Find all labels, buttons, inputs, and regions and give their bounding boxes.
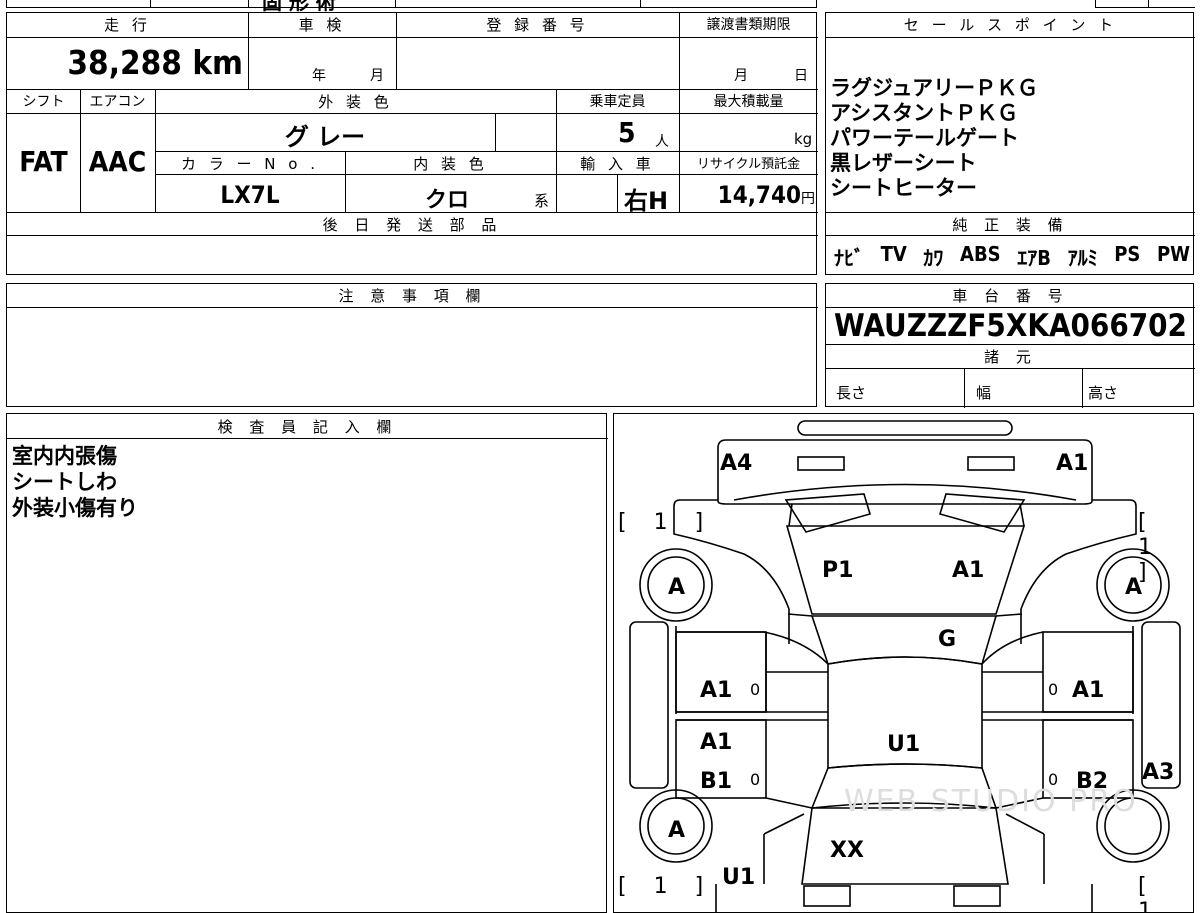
bracket-front-left: [ 1 ] (618, 510, 714, 535)
code-rear-door-right: B2 (1076, 769, 1109, 794)
equipment-item: ABS (960, 242, 1001, 266)
code-front-left-corner: A4 (720, 451, 753, 476)
bracket-rear-right: [ 1 ] (1138, 874, 1162, 913)
code-trunk: XX (830, 838, 864, 863)
equipment-item: TV (880, 242, 907, 266)
equipment-item: PS (1114, 242, 1141, 266)
exterior-color-value: グ レー (284, 123, 366, 151)
width-label: 幅 (976, 384, 992, 402)
interior-color-value: クロ (425, 188, 470, 213)
chassis-panel: 車 台 番 号 WAUZZZF5XKA066702 諸 元 長さ 幅 高さ (825, 283, 1195, 408)
zero-mark: 0 (750, 680, 761, 699)
interior-color-suffix: 系 (534, 192, 550, 210)
equipment-item: ﾅﾋﾞ (834, 246, 864, 270)
top-strip: 固 形 術 (0, 0, 1200, 14)
inspector-notes: 室内内張傷 シートしわ 外装小傷有り (12, 443, 138, 521)
code-roof: U1 (887, 732, 921, 757)
registration-label: 登 録 番 号 (486, 16, 589, 34)
sales-points-panel: セ ー ル ス ポ イ ン ト ラグジュアリーＰＫＧ アシスタントＰＫＧ パワー… (825, 12, 1195, 275)
zero-mark: 0 (750, 770, 761, 789)
recycle-label: リサイクル預託金 (696, 157, 801, 172)
mileage-value: 38,288 km (7, 43, 243, 82)
code-front-door-right: A1 (1072, 678, 1105, 703)
vehicle-info-table: 走 行 車 検 登 録 番 号 譲渡書類期限 38,288 km 年 月 月 日… (6, 12, 818, 275)
inspection-month-unit: 月 (370, 68, 384, 84)
sales-point-item: パワーテールゲート (830, 126, 1019, 150)
zero-mark: 0 (1048, 770, 1059, 789)
transfer-deadline-label: 譲渡書類期限 (706, 17, 791, 33)
inspector-label: 検 査 員 記 入 欄 (217, 418, 398, 436)
capacity-value: 5 (618, 116, 636, 149)
car-outline (629, 420, 1181, 912)
recycle-amount: 14,740 (717, 181, 801, 209)
color-no-label: カ ラ ー N o . (180, 155, 319, 173)
parts-label: 後 日 発 送 部 品 (322, 216, 503, 234)
code-windshield: G (938, 627, 957, 652)
sales-point-item: ラグジュアリーＰＫＧ (830, 76, 1039, 100)
damage-diagram-panel: WEB STUDIO PRO [ 1 ] [ 1 ] [ 1 ] [ 1 ] A… (613, 413, 1194, 913)
recycle-unit: 円 (801, 191, 815, 207)
zero-mark: 0 (1048, 680, 1059, 699)
code-right-rear-fender: A3 (1142, 760, 1175, 785)
sales-point-item: 黒レザーシート (830, 151, 977, 175)
transfer-month-unit: 月 (734, 68, 748, 84)
code-wheel-front-right: A (1125, 575, 1143, 600)
aircon-value: AAC (88, 145, 147, 178)
code-hood-left: P1 (822, 558, 854, 583)
shift-label: シフト (22, 94, 65, 110)
equipment-item: ｶﾜ (923, 246, 944, 270)
code-rear-door-left-a: A1 (700, 730, 733, 755)
inspector-panel: 検 査 員 記 入 欄 室内内張傷 シートしわ 外装小傷有り (6, 413, 608, 913)
transfer-day-unit: 日 (794, 68, 808, 84)
code-wheel-front-left: A (668, 575, 686, 600)
code-hood-right: A1 (952, 558, 985, 583)
mileage-unit: km (192, 43, 243, 82)
inspection-year-unit: 年 (312, 68, 326, 84)
chassis-label: 車 台 番 号 (952, 287, 1069, 305)
recycle-value: 14,740円 (679, 181, 815, 209)
equipment-item: PW (1156, 242, 1190, 266)
equipment-list: ﾅﾋﾞ TV ｶﾜ ABS ｴｱB ｱﾙﾐ PS PW (834, 242, 1190, 271)
caution-label: 注 意 事 項 欄 (338, 287, 487, 305)
specs-label: 諸 元 (984, 348, 1037, 366)
mileage-label: 走 行 (104, 16, 151, 34)
interior-color-label: 内 装 色 (413, 155, 488, 173)
equipment-item: ｱﾙﾐ (1067, 246, 1098, 270)
equipment-label: 純 正 装 備 (952, 216, 1069, 234)
import-label: 輸 入 車 (580, 155, 655, 173)
shift-value: FAT (19, 145, 68, 178)
sales-point-item: シートヒーター (830, 176, 977, 200)
code-rear-door-left-b: B1 (700, 769, 733, 794)
capacity-unit: 人 (655, 134, 669, 150)
code-wheel-rear-left: A (668, 818, 686, 843)
color-no-value: LX7L (220, 181, 280, 209)
inspection-label: 車 検 (298, 16, 346, 34)
equipment-item: ｴｱB (1017, 246, 1051, 270)
import-value: 右H (624, 187, 669, 215)
inspector-note: シートしわ (12, 470, 117, 494)
bracket-front-right: [ 1 ] (1138, 510, 1162, 585)
inspector-note: 外装小傷有り (12, 496, 138, 520)
code-rear-left: U1 (722, 865, 756, 890)
caution-panel: 注 意 事 項 欄 (6, 283, 818, 407)
aircon-label: エアコン (89, 94, 146, 110)
code-front-door-left: A1 (700, 678, 733, 703)
height-label: 高さ (1088, 384, 1119, 402)
mileage-number: 38,288 (67, 43, 182, 82)
chassis-number: WAUZZZF5XKA066702 (834, 308, 1187, 344)
sales-points-label: セ ー ル ス ポ イ ン ト (903, 16, 1118, 34)
max-load-unit: kg (794, 130, 813, 148)
capacity-label: 乗車定員 (589, 94, 646, 110)
sales-points-list: ラグジュアリーＰＫＧ アシスタントＰＫＧ パワーテールゲート 黒レザーシート シ… (830, 76, 1038, 201)
bracket-rear-left: [ 1 ] (618, 874, 714, 899)
length-label: 長さ (836, 384, 867, 402)
inspector-note: 室内内張傷 (12, 444, 117, 468)
exterior-color-label: 外 装 色 (318, 93, 393, 111)
max-load-label: 最大積載量 (713, 94, 784, 110)
sales-point-item: アシスタントＰＫＧ (830, 101, 1019, 125)
code-front-right-corner: A1 (1056, 451, 1089, 476)
